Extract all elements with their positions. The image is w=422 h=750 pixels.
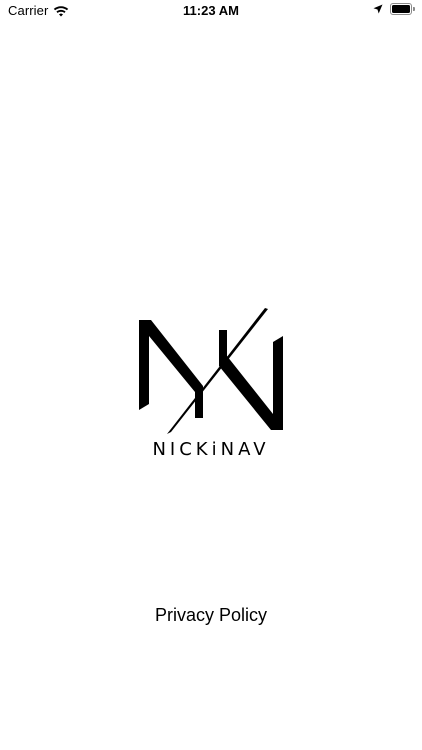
status-right-group [373,3,415,15]
location-arrow-icon [373,4,383,14]
status-bar: Carrier 11:23 AM [0,0,422,24]
clock-time: 11:23 AM [183,3,239,18]
privacy-policy-link[interactable]: Privacy Policy [0,605,422,626]
brand-name: NICKiNAV [152,439,270,460]
nn-monogram-logo [131,306,291,434]
battery-fill [392,5,410,13]
battery-icon [390,3,415,15]
battery-cap [413,7,415,11]
nn-monogram-logo-graphic [139,308,283,434]
